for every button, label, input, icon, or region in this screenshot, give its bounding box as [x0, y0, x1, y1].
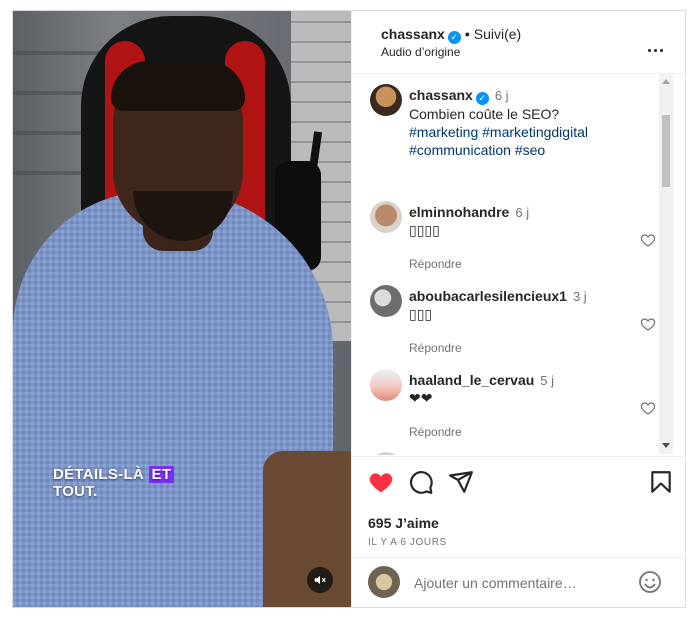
comment-time: 6 j: [515, 205, 530, 220]
post-text: Combien coûte le SEO?: [409, 106, 560, 122]
caption-text: DÉTAILS-LÀ: [53, 466, 149, 483]
share-icon[interactable]: [448, 469, 474, 495]
comment-text: ▯▯▯: [409, 306, 433, 322]
mute-button[interactable]: [307, 567, 333, 593]
heart-outline-icon[interactable]: [640, 316, 656, 332]
post-date: IL Y A 6 JOURS: [368, 537, 447, 548]
comments-list: chassanx ✓ 6 j Combien coûte le SEO? #mark…: [352, 74, 686, 455]
post-author: chassanx ✓ 6 j: [409, 87, 509, 105]
heart-outline-icon[interactable]: [640, 232, 656, 248]
comment-time: 5 j: [540, 373, 555, 388]
comment-text: ❤❤: [409, 390, 433, 406]
hashtags[interactable]: #communication #seo: [409, 142, 545, 158]
verified-badge-icon: ✓: [447, 31, 461, 44]
reply-button[interactable]: Répondre: [409, 341, 462, 355]
more-horizontal-icon: [660, 49, 663, 52]
comment-author: aboubacarlesilencieux1 3 j: [409, 288, 587, 304]
video-player[interactable]: DÉTAILS-LÀ ET TOUT.: [13, 11, 351, 607]
person-hair: [111, 61, 245, 111]
video-caption: DÉTAILS-LÀ ET TOUT.: [53, 466, 175, 500]
avatar[interactable]: [370, 369, 402, 401]
post-username[interactable]: chassanx: [409, 87, 473, 103]
avatar[interactable]: [370, 201, 402, 233]
more-horizontal-icon: [648, 49, 651, 52]
avatar[interactable]: [370, 84, 402, 116]
caption-highlight: ET: [148, 466, 175, 483]
comment-text: ▯▯▯▯: [409, 222, 440, 238]
avatar[interactable]: [370, 285, 402, 317]
scroll-down-arrow-icon[interactable]: [662, 443, 670, 448]
hashtags[interactable]: #marketing #marketingdigital: [409, 124, 588, 140]
post-actions: 695 J’aime IL Y A 6 JOURS: [352, 456, 686, 557]
avatar: [368, 566, 400, 598]
header-separator: •: [464, 26, 470, 42]
avatar[interactable]: [370, 452, 402, 455]
speaker-muted-icon: [314, 575, 326, 585]
heart-filled-icon[interactable]: [368, 469, 394, 495]
comment-time: 3 j: [572, 289, 587, 304]
comment-username[interactable]: elminnohandre: [409, 204, 509, 220]
scroll-up-arrow-icon[interactable]: [662, 79, 670, 84]
reply-button[interactable]: Répondre: [409, 425, 462, 439]
post-sidebar: chassanx ✓ • Suivi(e) Audio d’origine chass…: [351, 11, 686, 608]
comment-username[interactable]: haaland_le_cervau: [409, 372, 534, 388]
comment-icon[interactable]: [408, 469, 434, 495]
more-horizontal-icon: [654, 49, 657, 52]
post-time: 6 j: [494, 88, 509, 103]
more-options-button[interactable]: [648, 39, 668, 52]
audio-link[interactable]: Audio d’origine: [381, 45, 460, 59]
comment-username[interactable]: aboubacarlesilencieux1: [409, 288, 567, 304]
post-dialog: DÉTAILS-LÀ ET TOUT. chassanx ✓ • Suivi(e) A…: [12, 10, 686, 608]
comment-author: haaland_le_cervau 5 j: [409, 372, 554, 388]
likes-count[interactable]: 695 J’aime: [368, 515, 439, 531]
add-comment-bar: [352, 557, 686, 608]
bookmark-icon[interactable]: [648, 469, 674, 495]
post-header: chassanx ✓ • Suivi(e) Audio d’origine: [352, 11, 686, 74]
emoji-icon[interactable]: [638, 570, 662, 594]
heart-outline-icon[interactable]: [640, 400, 656, 416]
header-username[interactable]: chassanx: [381, 26, 445, 42]
comment-author: elminnohandre 6 j: [409, 204, 529, 220]
reply-button[interactable]: Répondre: [409, 257, 462, 271]
verified-badge-icon: ✓: [475, 92, 489, 105]
comments-scrollbar[interactable]: [659, 73, 673, 454]
post-caption: Combien coûte le SEO? #marketing #market…: [409, 105, 588, 159]
follow-status[interactable]: Suivi(e): [474, 26, 521, 42]
header-user-line: chassanx ✓ • Suivi(e): [381, 26, 521, 44]
caption-text-2: TOUT.: [53, 483, 98, 500]
scroll-thumb[interactable]: [662, 115, 670, 187]
comment-input[interactable]: [412, 566, 636, 600]
